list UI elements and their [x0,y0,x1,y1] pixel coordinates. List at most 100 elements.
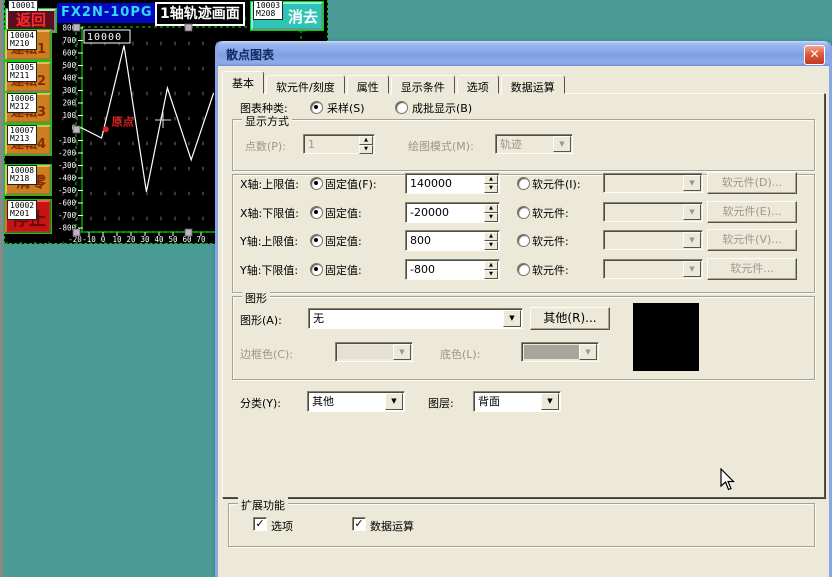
fixed-label: 固定值: [325,233,362,249]
close-icon[interactable]: ✕ [804,45,825,65]
graphic-group-title: 图形 [242,290,270,306]
device-label: 10005 M211 [7,62,37,82]
scatter-chart-dialog: 散点图表 ✕ 基本 软元件/刻度 属性 显示条件 选项 数据运算 图表种类: 采… [215,41,832,577]
spinner-arrows-icon[interactable]: ▲▼ [484,261,498,278]
chevron-down-icon[interactable]: ▼ [503,310,521,327]
shape-combo[interactable]: 无 ▼ [308,308,523,329]
svg-text:原点: 原点 [112,114,134,128]
device-option-label: 软元件(I): [532,176,581,192]
radio-device-x-lower[interactable] [517,206,530,219]
chevron-down-icon: ▼ [683,232,701,248]
svg-text:0: 0 [101,235,106,243]
svg-text:700: 700 [62,36,76,45]
spinner-arrows-icon[interactable]: ▲▼ [484,232,498,249]
extended-group [228,503,815,547]
radio-fixed-y-lower[interactable] [310,263,323,276]
svg-text:100: 100 [62,111,76,120]
draw-mode-label: 绘图模式(M): [408,138,474,154]
category-combo[interactable]: 其他 ▼ [307,391,405,412]
shape-label: 图形(A): [240,312,282,328]
hmi-back-button[interactable]: 返回 [6,9,56,32]
hmi-erase-label: 消去 [288,6,318,27]
spinner-arrows-icon[interactable]: ▲▼ [484,204,498,221]
svg-text:-400: -400 [58,174,77,183]
layer-combo[interactable]: 背面 ▼ [473,391,561,412]
x-lower-input[interactable]: -20000 ▲▼ [405,202,500,223]
tab-strip: 基本 软元件/刻度 属性 显示条件 选项 数据运算 [222,71,567,94]
radio-device-y-upper[interactable] [517,234,530,247]
radio-device-y-lower[interactable] [517,263,530,276]
border-color-swatch [338,345,393,359]
axis-row-label: Y轴:下限值: [240,262,298,278]
category-label: 分类(Y): [240,395,281,411]
y-lower-input[interactable]: -800 ▲▼ [405,259,500,280]
radio-sample[interactable] [310,101,323,114]
hmi-back-label: 返回 [16,11,46,29]
tab-attribute[interactable]: 属性 [347,75,389,94]
spinner-arrows-icon[interactable]: ▲▼ [484,175,498,192]
device-label: 10002 M201 [7,200,37,220]
chevron-down-icon: ▼ [683,261,701,277]
radio-batch-label: 成批显示(B) [412,100,472,116]
x-upper-input[interactable]: 140000 ▲▼ [405,173,500,194]
device-label: 10003 M208 [253,0,283,20]
dialog-title: 散点图表 [226,46,274,63]
svg-text:20: 20 [126,235,136,243]
got-editor-root: 8007006005004003002001000-100-200-300-40… [0,0,832,577]
shape-preview [633,303,699,371]
layer-label: 图层: [428,395,454,411]
svg-text:500: 500 [62,61,76,70]
other-shape-button[interactable]: 其他(R)... [530,307,610,330]
draw-mode-combo: 轨迹 ▼ [495,134,573,154]
spinner-arrows-icon: ▲▼ [359,136,373,152]
svg-text:-700: -700 [58,211,77,220]
radio-device-x-upper[interactable] [517,177,530,190]
back-color-combo: ▼ [521,342,599,362]
axis-row-label: X轴:上限值: [240,176,299,192]
radio-fixed-y-upper[interactable] [310,234,323,247]
svg-text:10000: 10000 [87,32,122,43]
mouse-cursor [720,468,736,492]
extended-group-title: 扩展功能 [238,497,288,513]
x-lower-device-combo: ▼ [603,202,703,222]
axis-row-label: Y轴:上限值: [240,233,298,249]
radio-batch[interactable] [395,101,408,114]
chevron-down-icon: ▼ [393,344,411,360]
svg-text:600: 600 [62,49,76,58]
chevron-down-icon: ▼ [683,175,701,191]
chevron-down-icon[interactable]: ▼ [385,393,403,410]
svg-text:400: 400 [62,74,76,83]
device-label: 10006 M212 [7,93,37,113]
checkbox-options[interactable]: ✓ [253,517,267,531]
y-upper-input[interactable]: 800 ▲▼ [405,230,500,251]
device-option-label: 软元件: [532,233,569,249]
svg-text:200: 200 [62,99,76,108]
svg-text:300: 300 [62,86,76,95]
border-color-combo: ▼ [335,342,413,362]
dialog-body: 基本 软元件/刻度 属性 显示条件 选项 数据运算 图表种类: 采样(S) 成批… [218,66,829,577]
back-color-swatch [524,345,579,359]
device-label: 10004 M210 [7,30,37,50]
dialog-titlebar[interactable]: 散点图表 ✕ [218,41,829,66]
tab-options[interactable]: 选项 [457,75,499,94]
svg-text:-500: -500 [58,186,77,195]
radio-fixed-x-upper[interactable] [310,177,323,190]
window-edge [0,0,3,577]
checkbox-data-operation[interactable]: ✓ [352,517,366,531]
radio-sample-label: 采样(S) [327,100,365,116]
tab-basic[interactable]: 基本 [222,71,264,94]
tab-data-operation[interactable]: 数据运算 [501,75,565,94]
axis-row-label: X轴:下限值: [240,205,299,221]
svg-text:-200: -200 [58,149,77,158]
chevron-down-icon: ▼ [553,136,571,152]
y-lower-device-combo: ▼ [603,259,703,279]
svg-text:30: 30 [140,235,150,243]
device-label: 10007 M213 [7,125,37,145]
radio-fixed-x-lower[interactable] [310,206,323,219]
x-upper-device-button: 软元件(D)... [707,172,797,194]
chevron-down-icon[interactable]: ▼ [541,393,559,410]
tab-device-scale[interactable]: 软元件/刻度 [266,75,345,94]
svg-text:-600: -600 [58,199,77,208]
svg-text:-100: -100 [58,136,77,145]
tab-display-condition[interactable]: 显示条件 [391,75,455,94]
